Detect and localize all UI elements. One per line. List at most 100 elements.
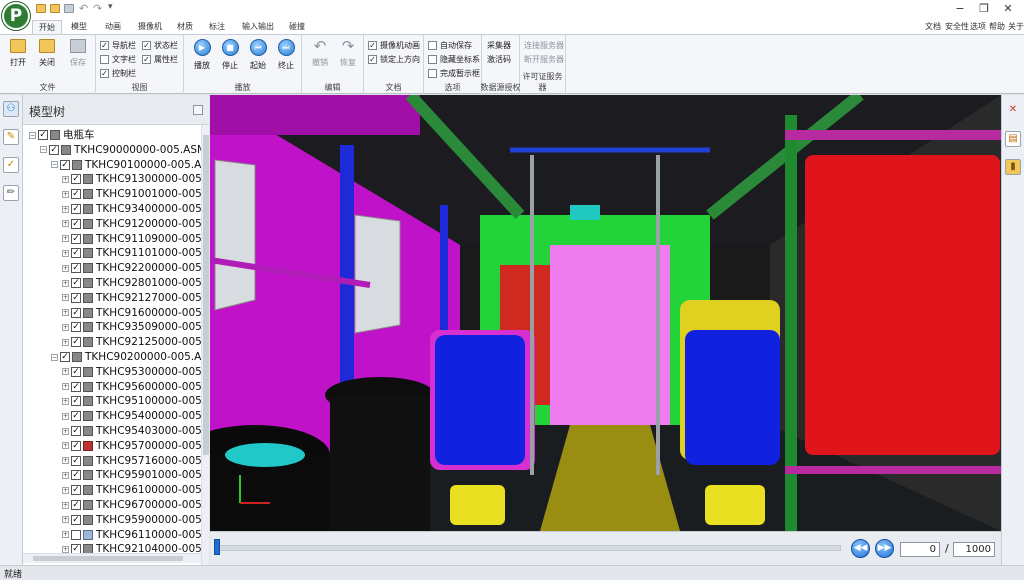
- collapse-icon[interactable]: −: [40, 146, 47, 154]
- tree-row[interactable]: + ✓ TKHC93509000-005.A: [23, 320, 201, 335]
- play-button[interactable]: ▶ 播放: [188, 37, 216, 77]
- tree-checkbox[interactable]: ✓: [71, 381, 81, 392]
- tree-horizontal-scroll-thumb[interactable]: [33, 556, 183, 561]
- app-logo[interactable]: P: [2, 2, 30, 30]
- collapse-icon[interactable]: −: [29, 131, 36, 139]
- expand-icon[interactable]: +: [62, 531, 69, 539]
- tree-checkbox[interactable]: ✓: [71, 337, 81, 348]
- checkbox-optchecks-0[interactable]: 自动保存: [428, 39, 472, 51]
- expand-icon[interactable]: +: [62, 457, 69, 465]
- checkbox-box[interactable]: [100, 54, 109, 64]
- checkbox-box[interactable]: ✓: [100, 40, 109, 50]
- tree-checkbox[interactable]: ✓: [60, 159, 70, 170]
- tree-checkbox[interactable]: ✓: [71, 233, 81, 244]
- tree-row[interactable]: + ✓ TKHC92127000-005.A: [23, 291, 201, 306]
- expand-icon[interactable]: +: [62, 383, 69, 391]
- total-frames-field[interactable]: 1000: [953, 542, 995, 557]
- rewind-icon[interactable]: ◀◀: [851, 539, 870, 558]
- tree-checkbox[interactable]: ✓: [71, 322, 81, 333]
- tab-animation[interactable]: 动画: [100, 20, 126, 34]
- checkbox-box[interactable]: ✓: [142, 40, 151, 50]
- tree-checkbox[interactable]: ✓: [71, 426, 81, 436]
- tree-row[interactable]: + ✓ TKHC96100000-005.A: [23, 483, 201, 498]
- undo-icon[interactable]: ↶: [79, 2, 88, 15]
- expand-icon[interactable]: +: [62, 323, 69, 331]
- tree-checkbox[interactable]: ✓: [71, 204, 81, 214]
- tree-checkbox[interactable]: ✓: [71, 396, 81, 407]
- expand-icon[interactable]: +: [62, 545, 69, 553]
- checkbox-viewchecks-3[interactable]: ✓ 状态栏: [142, 39, 178, 51]
- checkbox-optchecks-2[interactable]: 完成暂示框: [428, 67, 480, 79]
- tab-material[interactable]: 材质: [172, 20, 198, 34]
- open-button[interactable]: 打开: [4, 37, 32, 77]
- checkbox-box[interactable]: ✓: [368, 54, 377, 64]
- tree-row[interactable]: + ✓ TKHC95403000-005.A: [23, 424, 201, 439]
- timeline-thumb[interactable]: [214, 539, 220, 555]
- save-icon[interactable]: [64, 4, 74, 13]
- tree-vertical-scrollbar[interactable]: [201, 125, 209, 565]
- tree-checkbox[interactable]: ✓: [71, 263, 81, 274]
- expand-icon[interactable]: +: [62, 442, 69, 450]
- tab-model[interactable]: 模型: [66, 20, 92, 34]
- checkbox-box[interactable]: ✓: [100, 68, 109, 78]
- tree-checkbox[interactable]: ✓: [71, 189, 81, 200]
- tree-row[interactable]: + TKHC96110000-005.A: [23, 528, 201, 543]
- expand-icon[interactable]: +: [62, 175, 69, 183]
- expand-icon[interactable]: +: [62, 516, 69, 524]
- stop-button[interactable]: ■ 停止: [216, 37, 244, 77]
- tree-row[interactable]: −✓ TKHC90100000-005.ASM: [23, 158, 201, 173]
- tree-row[interactable]: + ✓ TKHC91001000-005.A: [23, 187, 201, 202]
- tree-row[interactable]: + ✓ TKHC92125000-005.A: [23, 335, 201, 350]
- tree-row[interactable]: + ✓ TKHC93400000-005.A: [23, 202, 201, 217]
- tree-row[interactable]: + ✓ TKHC91109000-005.A: [23, 232, 201, 247]
- expand-icon[interactable]: +: [62, 279, 69, 287]
- tree-row[interactable]: − ✓ 电瓶车: [23, 128, 201, 143]
- expand-icon[interactable]: +: [62, 501, 69, 509]
- expand-icon[interactable]: +: [62, 264, 69, 272]
- tree-row[interactable]: + ✓ TKHC95900000-005.A: [23, 513, 201, 528]
- tree-row[interactable]: + ✓ TKHC95400000-005.A: [23, 409, 201, 424]
- expand-icon[interactable]: +: [62, 205, 69, 213]
- tree-checkbox[interactable]: ✓: [71, 278, 81, 288]
- model-tree-icon[interactable]: ⚇: [3, 101, 19, 117]
- checkbox-viewchecks-2[interactable]: ✓ 控制栏: [100, 67, 136, 79]
- checkbox-box[interactable]: [428, 68, 437, 78]
- expand-icon[interactable]: +: [62, 190, 69, 198]
- tree-checkbox[interactable]: ✓: [71, 470, 81, 481]
- 3d-viewport[interactable]: [210, 95, 1001, 531]
- checkbox-box[interactable]: ✓: [142, 54, 151, 64]
- tree-row[interactable]: + ✓ TKHC95600000-005.A: [23, 380, 201, 395]
- tree-row[interactable]: −✓ TKHC90200000-005.ASM: [23, 350, 201, 365]
- tree-checkbox[interactable]: ✓: [38, 130, 48, 140]
- activation-code-button[interactable]: 激活码: [487, 54, 511, 65]
- menu-security[interactable]: 安全性: [945, 20, 969, 34]
- calendar-icon[interactable]: ▤: [1005, 131, 1021, 147]
- undo-button[interactable]: ↶ 撤销: [306, 37, 334, 77]
- tab-import-export[interactable]: 输入输出: [238, 20, 278, 34]
- tree-checkbox[interactable]: ✓: [71, 307, 81, 318]
- tree-row[interactable]: + ✓ TKHC95300000-005.A: [23, 365, 201, 380]
- tree-row[interactable]: + ✓ TKHC95901000-005.A: [23, 468, 201, 483]
- collapse-icon[interactable]: −: [51, 161, 58, 169]
- end-button[interactable]: ⏭ 终止: [272, 37, 300, 77]
- checkbox-optchecks-1[interactable]: 隐藏坐标系: [428, 53, 480, 65]
- tree-row[interactable]: + ✓ TKHC91600000-005.A: [23, 306, 201, 321]
- redo-icon[interactable]: ↷: [93, 2, 102, 15]
- collector-button[interactable]: 采集器: [487, 40, 511, 51]
- maximize-button[interactable]: ❐: [972, 0, 996, 18]
- tree-checkbox[interactable]: ✓: [71, 440, 81, 451]
- open-folder-icon[interactable]: [50, 4, 60, 13]
- tree-checkbox[interactable]: ✓: [71, 248, 81, 259]
- rewind-button[interactable]: ⏮ 起始: [244, 37, 272, 77]
- tab-annotation[interactable]: 标注: [204, 20, 230, 34]
- tree-checkbox[interactable]: [71, 529, 81, 540]
- expand-icon[interactable]: +: [62, 397, 69, 405]
- checkbox-box[interactable]: [428, 54, 437, 64]
- tree-checkbox[interactable]: ✓: [60, 352, 70, 362]
- tree-checkbox[interactable]: ✓: [71, 514, 81, 525]
- collapse-icon[interactable]: −: [51, 353, 58, 361]
- tree-row[interactable]: − ✓ TKHC90000000-005.ASM: [23, 143, 201, 158]
- checkbox-viewchecks-1[interactable]: 文字栏: [100, 53, 136, 65]
- expand-icon[interactable]: +: [62, 309, 69, 317]
- menu-about[interactable]: 关于: [1008, 20, 1024, 34]
